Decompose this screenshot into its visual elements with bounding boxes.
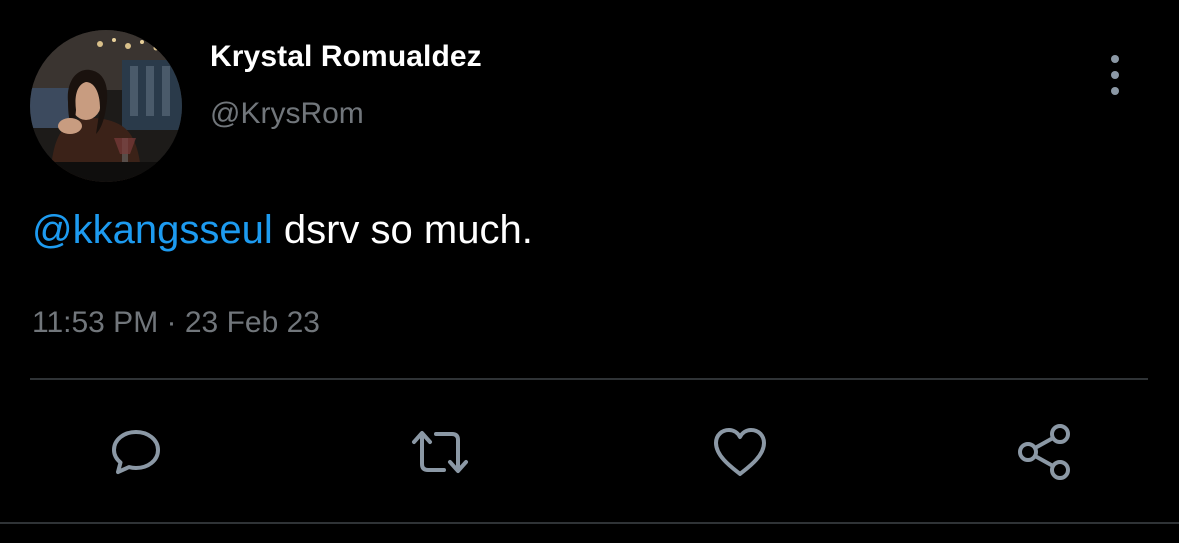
divider-bottom (0, 522, 1179, 524)
retweet-button[interactable] (408, 420, 472, 484)
share-icon (1018, 424, 1070, 480)
tweet-time: 11:53 PM (32, 306, 159, 339)
more-vertical-icon (1111, 55, 1119, 63)
avatar[interactable] (30, 30, 182, 182)
meta-separator: · (158, 306, 185, 339)
tweet-text: @kkangsseul dsrv so much. (32, 208, 533, 253)
divider (30, 378, 1148, 380)
mention-link[interactable]: @kkangsseul (32, 208, 273, 252)
heart-icon (714, 428, 766, 476)
author-display-name[interactable]: Krystal Romualdez (210, 40, 482, 74)
more-vertical-icon-dot (1111, 71, 1119, 79)
reply-button[interactable] (104, 420, 168, 484)
tweet-date: 23 Feb 23 (184, 306, 320, 339)
retweet-icon (412, 431, 468, 473)
comment-icon (112, 430, 160, 474)
like-button[interactable] (708, 420, 772, 484)
tweet-body: dsrv so much. (272, 208, 533, 252)
tweet-timestamp[interactable]: 11:53 PM · 23 Feb 23 (32, 306, 320, 340)
more-vertical-icon-dot (1111, 87, 1119, 95)
share-button[interactable] (1012, 420, 1076, 484)
profile-photo (30, 30, 182, 182)
author-handle[interactable]: @KrysRom (210, 97, 364, 131)
more-options-button[interactable] (1100, 55, 1130, 95)
